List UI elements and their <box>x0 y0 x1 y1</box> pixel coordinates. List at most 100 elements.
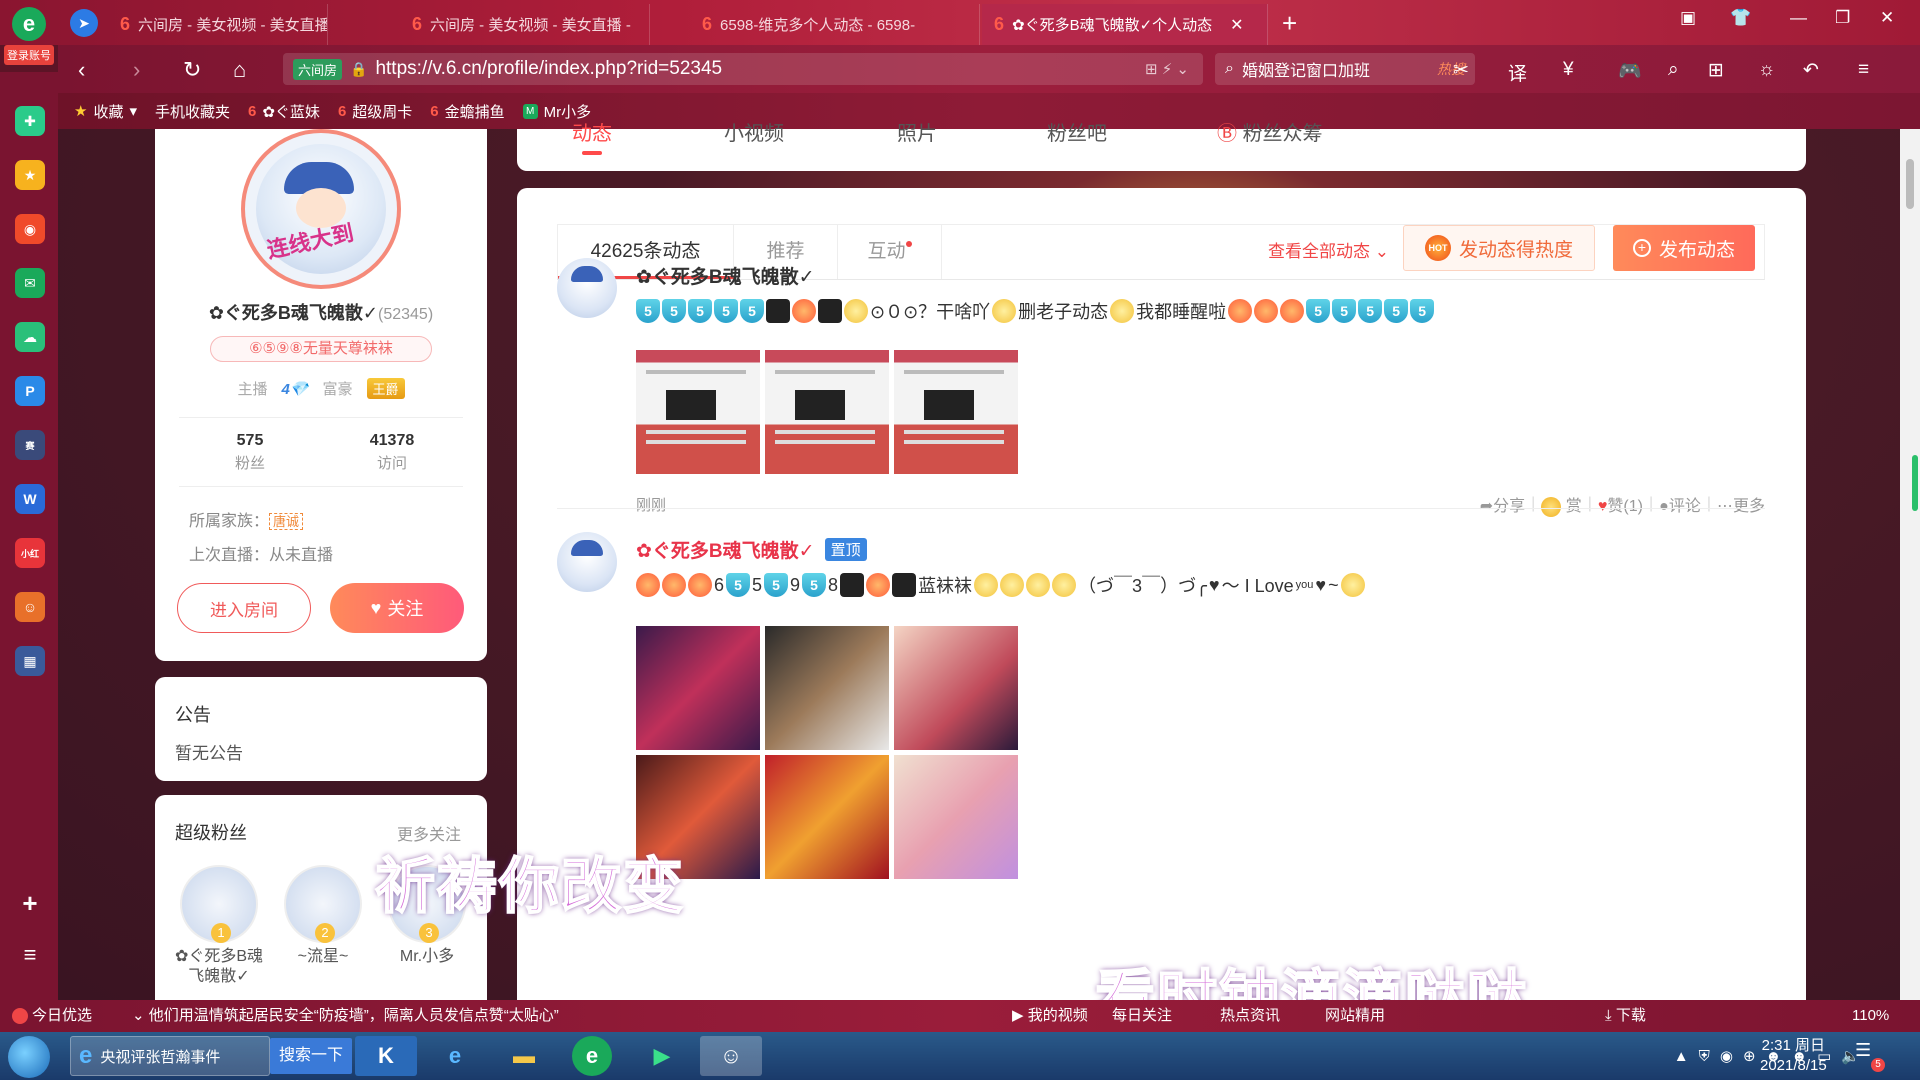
post-avatar[interactable] <box>557 258 617 318</box>
profile-avatar[interactable]: 连线大到 <box>241 129 401 289</box>
download-link[interactable]: ⤓ 下载 <box>1605 1000 1646 1032</box>
favorites-app-icon[interactable]: ★ <box>15 160 45 190</box>
folder-icon[interactable]: ▬ <box>493 1036 555 1076</box>
fan-badge[interactable]: ⑥⑤⑨⑧无量天尊袜袜 <box>210 336 432 362</box>
find-icon[interactable]: ⌕ <box>1668 59 1679 81</box>
tab-crowdfunding[interactable]: Ⓑ 粉丝众筹 <box>1217 124 1323 144</box>
notification-icon[interactable]: ☰ 5 <box>1855 1040 1885 1072</box>
xiaohongshu-icon[interactable]: 小红 <box>15 538 45 568</box>
bookmark-item[interactable]: M Mr小多 <box>522 101 591 122</box>
media-player-icon[interactable]: ▶ <box>631 1036 693 1076</box>
fans-stat[interactable]: 575 粉丝 <box>179 418 321 486</box>
hot-news-link[interactable]: 热点资讯 <box>1220 1000 1280 1032</box>
close-tab-icon[interactable]: ✕ <box>1230 15 1243 35</box>
login-account-button[interactable]: 登录账号 <box>4 45 54 65</box>
game-icon[interactable]: 🎮 <box>1618 59 1642 83</box>
grid-icon[interactable]: ⊞ <box>1708 59 1724 82</box>
bookmark-favorites[interactable]: ★ 收藏 ▾ <box>74 101 137 122</box>
enter-room-button[interactable]: 进入房间 <box>177 583 311 633</box>
family-tag[interactable]: 唐诚 <box>269 513 304 530</box>
translate-icon[interactable]: 译 <box>1508 59 1527 86</box>
list-icon[interactable]: ≡ <box>15 940 45 970</box>
comment-button[interactable]: ●评论 <box>1659 492 1701 516</box>
url-input[interactable]: 六间房 🔒 https://v.6.cn/profile/index.php?r… <box>283 53 1203 85</box>
like-button[interactable]: ♥赞(1) <box>1598 492 1643 516</box>
reload-icon[interactable]: ↻ <box>183 57 201 83</box>
today-picks[interactable]: 今日优选 <box>12 1000 92 1032</box>
news-ticker[interactable]: ⌄ 他们用温情筑起居民安全“防疫墙”，隔离人员发信点赞“太贴心” <box>132 1000 559 1032</box>
bookmark-item[interactable]: 6 超级周卡 <box>338 101 412 122</box>
browser-tab[interactable]: 6 6598-维克多个人动态 - 6598- <box>690 4 980 45</box>
weibo-icon[interactable]: ◉ <box>15 214 45 244</box>
page-scrollbar[interactable] <box>1900 129 1920 1000</box>
shield-icon[interactable]: ⛨ <box>1699 1048 1710 1065</box>
restore-icon[interactable]: ❐ <box>1835 8 1850 28</box>
sports-app-icon[interactable]: 赛 <box>15 430 45 460</box>
menu-icon[interactable]: ≡ <box>1858 59 1869 81</box>
ie-browser-icon[interactable]: e <box>424 1036 486 1076</box>
navigation-icon[interactable]: ➤ <box>70 9 98 37</box>
mail-icon[interactable]: ✉ <box>15 268 45 298</box>
game-app-icon[interactable]: ☺ <box>15 592 45 622</box>
daily-follow-link[interactable]: 每日关注 <box>1112 1000 1172 1032</box>
browser-tab[interactable]: 6 六间房 - 美女视频 - 美女直播 - <box>400 4 650 45</box>
scrollbar-thumb[interactable] <box>1906 159 1914 209</box>
city-app-icon[interactable]: ▦ <box>15 646 45 676</box>
post-image[interactable] <box>765 755 889 879</box>
super-fan-item[interactable]: 1 ✿ぐ死多B魂飞魄散✓ <box>169 865 269 987</box>
word-icon[interactable]: W <box>15 484 45 514</box>
new-tab-icon[interactable]: + <box>1282 8 1297 39</box>
undo-icon[interactable]: ↶ <box>1803 59 1819 82</box>
bookmark-item[interactable]: 6 金蟾捕鱼 <box>430 101 504 122</box>
back-icon[interactable]: ‹ <box>78 57 85 83</box>
zoom-level[interactable]: 110% <box>1852 1000 1889 1032</box>
p-app-icon[interactable]: P <box>15 376 45 406</box>
url-extra-icons[interactable]: ⊞ ⚡ ⌄ <box>1145 60 1189 78</box>
post-image[interactable] <box>894 350 1018 474</box>
home-icon[interactable]: ⌂ <box>233 57 246 83</box>
tab-photos[interactable]: 照片 <box>897 124 937 144</box>
tab-fan-club[interactable]: 粉丝吧 <box>1047 124 1107 144</box>
site-apps-link[interactable]: 网站精用 <box>1325 1000 1385 1032</box>
super-fan-item[interactable]: 2 ~流星~ <box>273 865 373 967</box>
active-app-icon[interactable]: ☺ <box>700 1036 762 1076</box>
coupon-icon[interactable]: ¥ <box>1563 59 1574 81</box>
skin-icon[interactable]: 👕 <box>1730 8 1751 28</box>
more-button[interactable]: ⋯更多 <box>1717 492 1765 516</box>
browser-brand[interactable]: e 登录账号 <box>0 0 58 72</box>
tray-expand-icon[interactable]: ▲ <box>1674 1048 1689 1065</box>
add-app-icon[interactable]: + <box>15 888 45 918</box>
my-video-link[interactable]: ▶ 我的视频 <box>1012 1000 1088 1032</box>
post-author[interactable]: ✿ぐ死多B魂飞魄散✓ <box>636 262 815 289</box>
cloud-icon[interactable]: ☁ <box>15 322 45 352</box>
browser-tray-icon[interactable]: ◉ <box>1720 1047 1733 1065</box>
side-handle[interactable] <box>1912 455 1918 511</box>
k-app-icon[interactable]: K <box>355 1036 417 1076</box>
post-image[interactable] <box>636 350 760 474</box>
post-avatar[interactable] <box>557 532 617 592</box>
follow-button[interactable]: ♥ 关注 <box>330 583 464 633</box>
start-button[interactable] <box>8 1036 50 1078</box>
plus-app-icon[interactable]: ✚ <box>15 106 45 136</box>
bookmark-item[interactable]: 手机收藏夹 <box>155 101 230 122</box>
post-image[interactable] <box>765 626 889 750</box>
close-window-icon[interactable]: ✕ <box>1880 8 1894 28</box>
plus-tray-icon[interactable]: ⊕ <box>1743 1047 1756 1065</box>
browser-tab-active[interactable]: 6 ✿ぐ死多B魂飞魄散✓个人动态 ✕ <box>982 4 1268 45</box>
taskbar-search-field[interactable]: e 央视评张哲瀚事件 <box>70 1036 270 1076</box>
brightness-icon[interactable]: ☼ <box>1758 59 1775 81</box>
tab-dynamics[interactable]: 动态 <box>572 124 612 155</box>
post-image[interactable] <box>894 755 1018 879</box>
browser-tab[interactable]: 6 六间房 - 美女视频 - 美女直播 <box>108 4 328 45</box>
search-input[interactable]: ⌕ 婚姻登记窗口加班 热搜 <box>1215 53 1475 85</box>
post-image[interactable] <box>894 626 1018 750</box>
system-clock[interactable]: 2:31 周日 2021/8/15 <box>1760 1036 1827 1076</box>
reward-button[interactable]: 赏 <box>1541 492 1582 517</box>
forward-icon[interactable]: › <box>133 57 140 83</box>
browser-app-icon[interactable]: e <box>572 1036 612 1076</box>
post-image[interactable] <box>636 626 760 750</box>
taskbar-search-button[interactable]: 搜索一下 <box>270 1038 352 1074</box>
post-author[interactable]: ✿ぐ死多B魂飞魄散✓ 置顶 <box>636 536 867 563</box>
bookmark-item[interactable]: 6 ✿ぐ蓝妹 <box>248 101 320 122</box>
scissors-icon[interactable]: ✂ <box>1453 59 1469 82</box>
